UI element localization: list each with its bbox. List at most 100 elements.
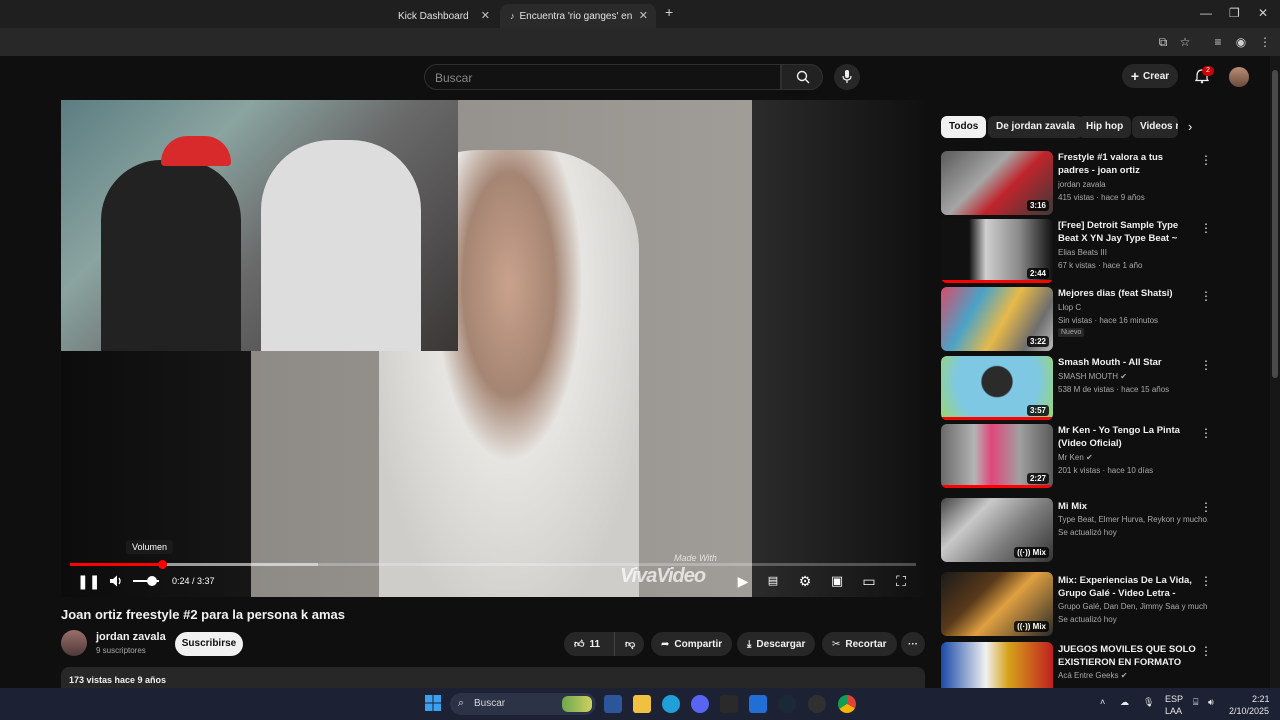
- video-title[interactable]: JUEGOS MOVILES QUE SOLO EXISTIERON EN FO…: [1058, 643, 1196, 669]
- voice-search-button[interactable]: [834, 64, 860, 90]
- new-tab-button[interactable]: +: [665, 4, 673, 20]
- list-item[interactable]: JUEGOS MOVILES QUE SOLO EXISTIERON EN FO…: [941, 642, 1271, 688]
- language-top[interactable]: ESP: [1165, 694, 1183, 704]
- video-player[interactable]: [61, 100, 925, 597]
- theater-mode-icon[interactable]: ▭: [861, 573, 877, 589]
- close-icon[interactable]: ✕: [639, 9, 648, 22]
- chevron-right-icon[interactable]: ›: [1188, 119, 1192, 134]
- search-button[interactable]: [781, 64, 823, 90]
- chrome-icon[interactable]: [838, 695, 856, 713]
- download-button[interactable]: ⤓ Descargar: [737, 632, 816, 656]
- chip-de-jordan-zavala[interactable]: De jordan zavala: [988, 116, 1083, 138]
- miniplayer-icon[interactable]: ▣: [829, 573, 845, 589]
- file-explorer-icon[interactable]: [633, 695, 651, 713]
- taskbar-search[interactable]: ⌕ Buscar: [450, 693, 596, 715]
- close-icon[interactable]: ✕: [481, 9, 490, 22]
- channel-name[interactable]: jordan zavala: [1058, 180, 1208, 189]
- video-title[interactable]: Frestyle #1 valora a tus padres - joan o…: [1058, 151, 1196, 177]
- profile-icon[interactable]: ◉: [1234, 35, 1248, 49]
- tab-kick-dashboard[interactable]: Kick Dashboard ✕: [388, 4, 498, 28]
- video-title[interactable]: Smash Mouth - All Star: [1058, 356, 1196, 369]
- subtitles-icon[interactable]: ▤: [765, 573, 781, 589]
- list-item[interactable]: 3:16 Frestyle #1 valora a tus padres - j…: [941, 151, 1271, 215]
- share-button[interactable]: ➦ Compartir: [651, 632, 733, 656]
- channel-name[interactable]: Type Beat, Elmer Hurva, Reykon y mucho..…: [1058, 515, 1208, 524]
- account-avatar[interactable]: [1229, 67, 1249, 87]
- cast-icon[interactable]: ⧉: [1156, 35, 1170, 49]
- windows-start-icon[interactable]: [425, 695, 441, 711]
- channel-name[interactable]: Mr Ken ✔: [1058, 453, 1208, 462]
- video-title[interactable]: Mejores dias (feat Shatsi): [1058, 287, 1196, 300]
- clock-time[interactable]: 2:21: [1252, 694, 1270, 704]
- discord-icon[interactable]: [691, 695, 709, 713]
- video-title[interactable]: [Free] Detroit Sample Type Beat X YN Jay…: [1058, 219, 1196, 245]
- obs-icon[interactable]: [808, 695, 826, 713]
- menu-dots-icon[interactable]: ⋮: [1258, 35, 1272, 49]
- more-vert-icon[interactable]: ⋮: [1200, 500, 1212, 514]
- window-close-icon[interactable]: ✕: [1258, 6, 1268, 20]
- like-button[interactable]: 👍︎ 11: [564, 632, 614, 656]
- list-item[interactable]: 3:22 Mejores dias (feat Shatsi) Llop C S…: [941, 287, 1271, 351]
- more-vert-icon[interactable]: ⋮: [1200, 221, 1212, 235]
- video-thumbnail[interactable]: 2:27: [941, 424, 1053, 488]
- word-icon[interactable]: [604, 695, 622, 713]
- video-title[interactable]: Mi Mix: [1058, 500, 1196, 513]
- progress-bar[interactable]: [70, 560, 916, 569]
- playlist-thumbnail[interactable]: ((·)) Mix: [941, 572, 1053, 636]
- playlist-icon[interactable]: ≡: [1211, 35, 1225, 49]
- cloud-icon[interactable]: ☁: [1120, 697, 1129, 708]
- list-item[interactable]: ((·)) Mix Mix: Experiencias De La Vida, …: [941, 572, 1271, 636]
- steam-icon[interactable]: [778, 695, 796, 713]
- more-vert-icon[interactable]: ⋮: [1200, 426, 1212, 440]
- video-thumbnail[interactable]: [941, 642, 1053, 688]
- create-button[interactable]: + Crear: [1122, 64, 1178, 88]
- chip-videos[interactable]: Videos r: [1132, 116, 1178, 138]
- bookmark-star-icon[interactable]: ☆: [1178, 35, 1192, 49]
- volume-icon[interactable]: [108, 573, 124, 589]
- video-thumbnail[interactable]: 2:44: [941, 219, 1053, 283]
- more-vert-icon[interactable]: ⋮: [1200, 574, 1212, 588]
- video-thumbnail[interactable]: 3:16: [941, 151, 1053, 215]
- more-actions-button[interactable]: ···: [901, 632, 925, 656]
- network-icon[interactable]: ⌸: [1193, 697, 1198, 708]
- channel-name[interactable]: Llop C: [1058, 303, 1208, 312]
- page-scrollbar[interactable]: [1270, 56, 1280, 688]
- more-vert-icon[interactable]: ⋮: [1200, 358, 1212, 372]
- video-title[interactable]: Mix: Experiencias De La Vida, Grupo Galé…: [1058, 574, 1196, 600]
- video-thumbnail[interactable]: 3:57: [941, 356, 1053, 420]
- epic-games-icon[interactable]: [720, 695, 738, 713]
- scrollbar-thumb[interactable]: [1272, 70, 1278, 378]
- dislike-button[interactable]: 👎︎: [614, 632, 644, 656]
- chevron-up-icon[interactable]: ˄: [1100, 697, 1105, 707]
- more-vert-icon[interactable]: ⋮: [1200, 289, 1212, 303]
- channel-name[interactable]: Acá Entre Geeks ✔: [1058, 671, 1208, 680]
- progress-scrubber[interactable]: [158, 560, 168, 569]
- channel-name[interactable]: Grupo Galé, Dan Den, Jimmy Saa y much...: [1058, 602, 1208, 611]
- search-input[interactable]: Buscar: [424, 64, 781, 90]
- clock-date[interactable]: 2/10/2025: [1229, 706, 1269, 716]
- minimize-icon[interactable]: —: [1200, 6, 1212, 20]
- fullscreen-icon[interactable]: ⛶: [893, 573, 909, 589]
- visual-studio-code-icon[interactable]: [749, 695, 767, 713]
- list-item[interactable]: 2:27 Mr Ken - Yo Tengo La Pinta (Video O…: [941, 424, 1271, 488]
- channel-name[interactable]: Elias Beats III: [1058, 248, 1208, 257]
- edge-icon[interactable]: [662, 695, 680, 713]
- more-vert-icon[interactable]: ⋮: [1200, 153, 1212, 167]
- speaker-icon[interactable]: 🔊︎: [1208, 697, 1214, 708]
- video-title[interactable]: Mr Ken - Yo Tengo La Pinta (Video Oficia…: [1058, 424, 1196, 450]
- tab-tiktok[interactable]: ♪ Encuentra 'rio ganges' en TikTo ✕: [500, 4, 656, 28]
- channel-avatar[interactable]: [61, 630, 87, 656]
- playlist-thumbnail[interactable]: ((·)) Mix: [941, 498, 1053, 562]
- more-vert-icon[interactable]: ⋮: [1200, 644, 1212, 658]
- chip-todos[interactable]: Todos: [941, 116, 987, 138]
- pause-icon[interactable]: ❚❚: [77, 573, 100, 589]
- volume-knob[interactable]: [147, 576, 157, 586]
- list-item[interactable]: 3:57 Smash Mouth - All Star SMASH MOUTH …: [941, 356, 1271, 420]
- restore-icon[interactable]: ❐: [1229, 6, 1240, 20]
- list-item[interactable]: ((·)) Mix Mi Mix Type Beat, Elmer Hurva,…: [941, 498, 1271, 562]
- channel-name[interactable]: SMASH MOUTH ✔: [1058, 372, 1208, 381]
- channel-name[interactable]: jordan zavala: [96, 631, 166, 643]
- clip-button[interactable]: ✂ Recortar: [822, 632, 897, 656]
- video-thumbnail[interactable]: 3:22: [941, 287, 1053, 351]
- chip-hip-hop[interactable]: Hip hop: [1078, 116, 1132, 138]
